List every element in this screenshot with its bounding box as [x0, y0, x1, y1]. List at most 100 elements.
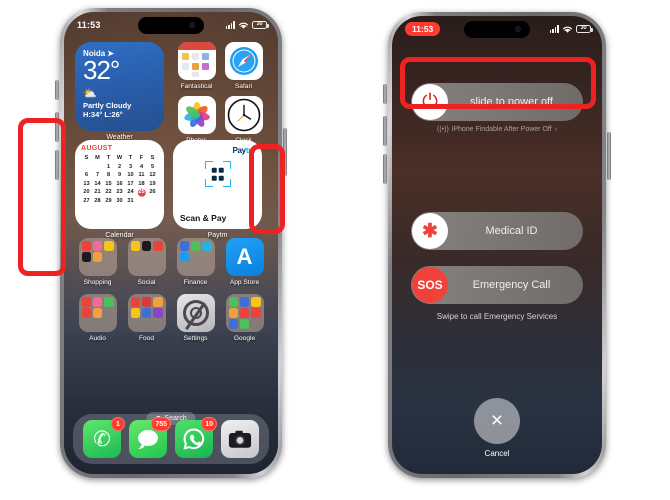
dynamic-island [138, 17, 204, 34]
dock-messages-app[interactable]: 755 [129, 417, 171, 458]
app-label: App Store [229, 279, 260, 286]
status-time: 11:53 [77, 20, 101, 30]
dock-camera-app[interactable] [221, 420, 259, 458]
cancel-button[interactable]: × [474, 398, 520, 444]
badge-count: 755 [151, 417, 171, 431]
app-fantastical[interactable]: Fantastical [173, 42, 220, 90]
messages-bubble-icon [138, 430, 158, 449]
calendar-weekday-header: F [139, 155, 144, 161]
right-phone-screen: 11:53 30 ⏻ slide to power off ((•)) iPho… [392, 16, 602, 474]
findable-text: iPhone Findable After Power Off [451, 126, 552, 133]
paytm-widget[interactable]: Paytm Scan & Pay Paytm [173, 140, 262, 239]
calendar-day: 19 [149, 180, 156, 187]
calendar-day-empty [136, 197, 147, 206]
sos-slider-knob[interactable]: SOS [412, 267, 448, 303]
swipe-emergency-note: Swipe to call Emergency Services [436, 312, 558, 321]
emergency-call-slider[interactable]: SOS Emergency Call [411, 266, 583, 304]
app-grid: Shopping Social Finance A App Store Audio Food… [73, 238, 269, 342]
calendar-day: 30 [116, 197, 123, 204]
app-google[interactable]: Google [220, 294, 269, 342]
app-label: Shopping [83, 279, 112, 286]
findable-note[interactable]: ((•)) iPhone Findable After Power Off › [392, 126, 602, 133]
folder-icon [78, 238, 117, 276]
partly-cloudy-icon: ⛅ [83, 88, 97, 100]
wifi-icon [562, 26, 573, 33]
weather-condition: Partly Cloudy [83, 101, 132, 110]
power-slider-knob[interactable]: ⏻ [412, 84, 448, 120]
calendar-weekday-header: W [116, 155, 123, 161]
volume-down-button-right[interactable] [383, 154, 387, 184]
left-phone-device: 11:53 30 Noida ➤ 32° ⛅ Partly Cloudy H:3… [55, 8, 287, 478]
right-phone-device: 11:53 30 ⏻ slide to power off ((•)) iPho… [383, 12, 611, 478]
whatsapp-icon [183, 428, 205, 450]
battery-icon: 30 [576, 25, 593, 33]
calendar-day: 3 [128, 163, 133, 170]
app-photos[interactable]: Photos [173, 96, 220, 144]
app-audio[interactable]: Audio [73, 294, 122, 342]
side-power-button[interactable] [283, 128, 287, 176]
calendar-day: 2 [117, 163, 122, 170]
wifi-icon [238, 22, 249, 29]
chevron-right-icon: › [554, 126, 557, 133]
volume-up-button-right[interactable] [383, 116, 387, 146]
mute-switch-right[interactable] [383, 84, 387, 104]
clock-face-icon [224, 96, 263, 134]
app-food[interactable]: Food [122, 294, 171, 342]
camera-icon [228, 430, 252, 448]
side-power-button-right[interactable] [607, 132, 611, 180]
app-finance[interactable]: Finance [171, 238, 220, 286]
app-label: Safari [234, 83, 253, 90]
dock-phone-app[interactable]: ✆ 1 [83, 417, 125, 458]
calendar-weekday-header: T [128, 155, 133, 161]
medical-id-slider[interactable]: ✱ Medical ID [411, 212, 583, 250]
app-label: Fantastical [180, 83, 213, 90]
calendar-day: 14 [94, 180, 101, 187]
app-store-icon: A [225, 238, 264, 276]
power-symbol-icon: ⏻ [422, 91, 438, 113]
paytm-action-label: Scan & Pay [180, 213, 227, 223]
app-social[interactable]: Social [122, 238, 171, 286]
safari-compass-icon [224, 42, 263, 80]
folder-icon [78, 294, 117, 332]
volume-down-button[interactable] [55, 150, 59, 180]
mute-switch[interactable] [55, 80, 59, 100]
medical-slider-label: Medical ID [485, 225, 538, 237]
app-label: Settings [183, 335, 208, 342]
calendar-weekday-header: S [84, 155, 89, 161]
app-shopping[interactable]: Shopping [73, 238, 122, 286]
widget-row-top: Noida ➤ 32° ⛅ Partly Cloudy H:34° L:26° … [75, 42, 267, 144]
app-label: Audio [89, 335, 106, 342]
calendar-day: 25 [136, 188, 147, 197]
calendar-month: AUGUST [81, 145, 113, 152]
calendar-weekday-header: S [150, 155, 155, 161]
app-label: Google [233, 335, 256, 342]
app-label: Finance [183, 279, 208, 286]
cellular-bars-icon [549, 25, 559, 33]
calendar-day: 9 [117, 172, 122, 179]
app-safari[interactable]: Safari [220, 42, 267, 90]
calendar-day-empty [147, 197, 158, 206]
weather-widget[interactable]: Noida ➤ 32° ⛅ Partly Cloudy H:34° L:26° … [75, 42, 164, 144]
calendar-day: 26 [149, 189, 156, 196]
volume-up-button[interactable] [55, 112, 59, 142]
status-time-pill: 11:53 [405, 22, 441, 36]
weather-high-low: H:34° L:26° [83, 110, 123, 119]
sos-slider-label: Emergency Call [472, 279, 551, 291]
battery-icon: 30 [252, 21, 269, 29]
calendar-day-empty [92, 163, 103, 172]
calendar-widget[interactable]: AUGUST S M T W T F S 1 2 3 4 5 6 7 8 9 10 11 12 13 14 15 16 17 1… [75, 140, 164, 239]
app-clock[interactable]: Clock [220, 96, 267, 144]
calendar-day: 31 [127, 197, 134, 204]
app-label: Food [138, 335, 155, 342]
sos-icon: SOS [417, 278, 443, 292]
slide-to-power-off-slider[interactable]: ⏻ slide to power off [411, 83, 583, 121]
calendar-day-empty [81, 163, 92, 172]
app-settings[interactable]: Settings [171, 294, 220, 342]
calendar-day: 6 [84, 172, 89, 179]
app-app-store[interactable]: A App Store [220, 238, 269, 286]
calendar-day: 23 [116, 189, 123, 196]
dock-whatsapp-app[interactable]: 10 [175, 417, 217, 458]
power-slider-label: slide to power off [470, 96, 553, 108]
calendar-day: 4 [139, 163, 144, 170]
medical-slider-knob[interactable]: ✱ [412, 213, 448, 249]
